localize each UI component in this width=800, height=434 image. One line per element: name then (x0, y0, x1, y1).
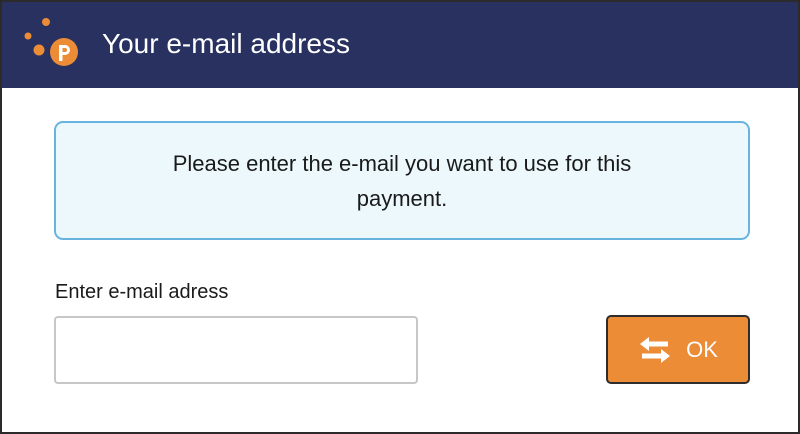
ok-button-label: OK (686, 336, 718, 362)
payment-logo-icon (24, 18, 78, 66)
email-input[interactable] (54, 316, 418, 384)
info-message-box: Please enter the e-mail you want to use … (54, 121, 750, 240)
email-field-label: Enter e-mail adress (55, 281, 229, 303)
ok-button[interactable]: OK (606, 315, 750, 384)
swap-arrows-icon (640, 336, 671, 363)
email-dialog: Your e-mail address Please enter the e-m… (0, 0, 800, 434)
dialog-header: Your e-mail address (2, 2, 798, 88)
dialog-title: Your e-mail address (102, 28, 350, 59)
info-message: Please enter the e-mail you want to use … (172, 150, 632, 211)
